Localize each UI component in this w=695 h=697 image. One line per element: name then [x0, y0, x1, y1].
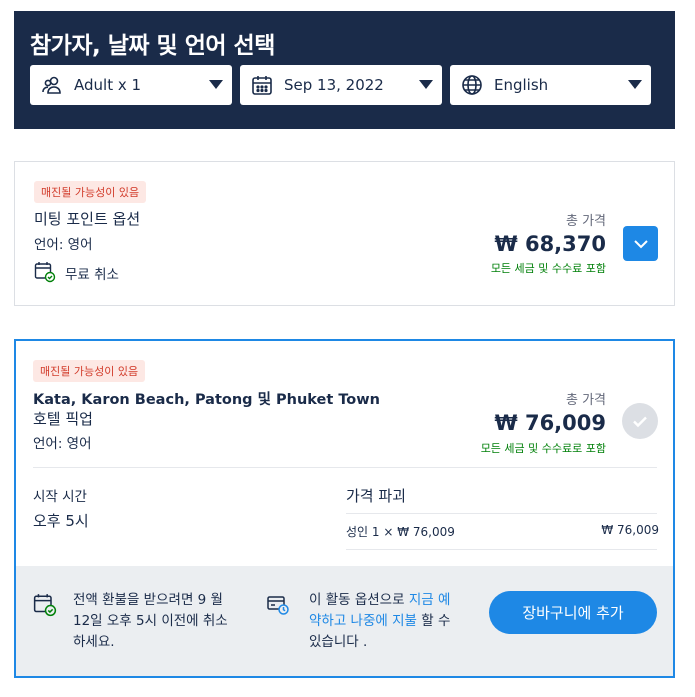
card-clock-icon: [266, 593, 290, 621]
option-price: ₩ 68,370: [494, 232, 606, 256]
divider: [346, 549, 657, 550]
calendar-icon: [250, 73, 274, 97]
expand-option-button[interactable]: [623, 226, 658, 261]
date-value: Sep 13, 2022: [284, 76, 384, 94]
language-select[interactable]: English: [450, 65, 651, 105]
status-badge: 매진될 가능성이 있음: [33, 360, 146, 382]
chevron-down-icon: [209, 80, 223, 89]
tax-note: 모든 세금 및 수수료로 포함: [480, 442, 606, 455]
page-title: 참가자, 날짜 및 언어 선택: [30, 33, 275, 59]
breakdown-amount: ₩ 76,009: [601, 523, 659, 537]
option-card-hotel-pickup[interactable]: 매진될 가능성이 있음 Kata, Karon Beach, Patong 및 …: [14, 339, 675, 678]
refund-policy-text: 전액 환불을 받으려면 9 월 12일 오후 5시 이전에 취소 하세요.: [73, 592, 228, 650]
globe-icon: [460, 73, 484, 97]
breakdown-item: 성인 1 × ₩ 76,009: [346, 525, 455, 539]
option-price: ₩ 76,009: [494, 411, 606, 435]
divider: [33, 467, 657, 468]
option-language: 언어: 영어: [34, 237, 93, 253]
booking-header: 참가자, 날짜 및 언어 선택 Adult x 1 Sep 13, 2022 E…: [14, 11, 675, 129]
chevron-down-icon: [633, 239, 648, 248]
chevron-down-icon: [628, 80, 642, 89]
option-footer: 전액 환불을 받으려면 9 월 12일 오후 5시 이전에 취소 하세요. 이 …: [16, 566, 673, 676]
option-title: Kata, Karon Beach, Patong 및 Phuket Town: [33, 392, 380, 408]
checkmark-icon: [633, 416, 647, 428]
language-value: English: [494, 76, 549, 94]
option-subtitle: 호텔 픽업: [33, 410, 93, 428]
participants-value: Adult x 1: [74, 76, 142, 94]
price-label: 총 가격: [565, 214, 606, 229]
divider: [346, 513, 657, 514]
start-time-label: 시작 시간: [33, 489, 87, 505]
option-card-meeting-point[interactable]: 매진될 가능성이 있음 미팅 포인트 옵션 언어: 영어 무료 취소 총 가격 …: [14, 161, 675, 306]
status-badge: 매진될 가능성이 있음: [34, 181, 147, 203]
option-title: 미팅 포인트 옵션: [34, 210, 141, 228]
add-to-cart-button[interactable]: 장바구니에 추가: [489, 591, 657, 634]
reserve-now-link[interactable]: 지금 예: [409, 592, 451, 608]
start-time-value: 오후 5시: [33, 512, 89, 530]
calendar-check-icon: [34, 261, 56, 287]
option-language: 언어: 영어: [33, 436, 92, 452]
participants-select[interactable]: Adult x 1: [30, 65, 232, 105]
selected-check-indicator: [622, 403, 658, 439]
price-breakdown-title: 가격 파괴: [346, 487, 406, 505]
date-select[interactable]: Sep 13, 2022: [240, 65, 442, 105]
calendar-check-icon: [33, 593, 57, 621]
participants-icon: [40, 73, 64, 97]
pay-later-link[interactable]: 약하고 나중에 지불: [309, 613, 417, 629]
free-cancellation-label: 무료 취소: [65, 267, 119, 283]
price-label: 총 가격: [565, 393, 606, 408]
chevron-down-icon: [419, 80, 433, 89]
tax-note: 모든 세금 및 수수료 포함: [490, 262, 606, 275]
reserve-now-pay-later-text: 이 활동 옵션으로 지금 예 약하고 나중에 지불 할 수 있습니다 .: [309, 592, 451, 650]
